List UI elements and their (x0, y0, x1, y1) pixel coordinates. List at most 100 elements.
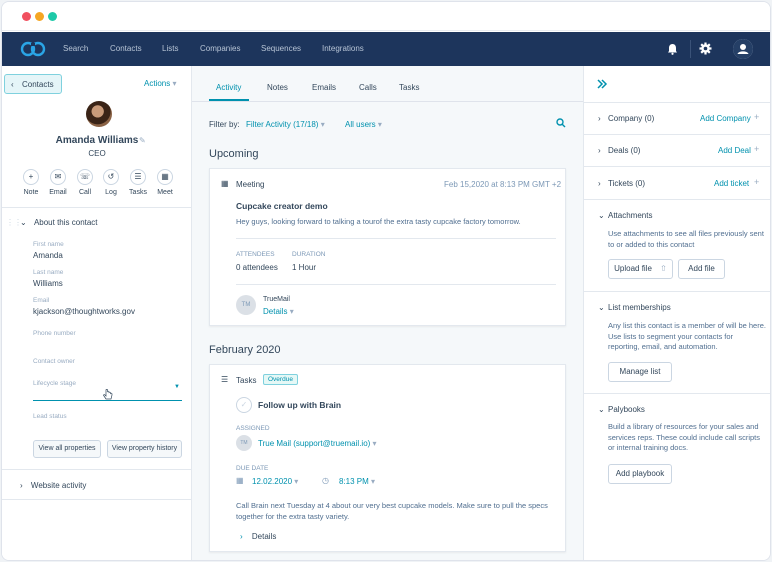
attachments-section-title[interactable]: Attachments (608, 211, 652, 220)
calendar-icon: ▦ (157, 169, 173, 185)
plus-icon[interactable]: + (754, 177, 759, 187)
actions-dropdown[interactable]: Actions ▾ (144, 79, 176, 88)
envelope-icon: ✉ (50, 169, 66, 185)
manage-list-button[interactable]: Manage list (608, 362, 672, 382)
contact-name: Amanda Williams (55, 135, 139, 146)
due-time-value: 8:13 PM (339, 477, 369, 486)
add-deal-link[interactable]: Add Deal (718, 146, 751, 155)
meeting-details-toggle[interactable]: Details ▾ (263, 307, 294, 316)
tickets-section-title[interactable]: Tickets (0) (608, 179, 645, 188)
nav-integrations[interactable]: Integrations (322, 44, 364, 53)
due-time-dropdown[interactable]: 8:13 PM ▾ (339, 477, 375, 486)
notifications-bell-icon[interactable] (667, 43, 678, 55)
clock-icon: ◷ (322, 476, 329, 485)
add-playbook-button[interactable]: Add playbook (608, 464, 672, 484)
lifecycle-dropdown-caret-icon[interactable]: ▼ (174, 384, 180, 390)
edit-pencil-icon[interactable]: ✎ (139, 136, 146, 145)
add-file-button[interactable]: Add file (678, 259, 725, 279)
contact-role: CEO (88, 149, 106, 158)
task-title[interactable]: Follow up with Brain (258, 400, 341, 410)
lifecycle-stage-select[interactable] (33, 400, 182, 401)
plus-icon[interactable]: + (754, 112, 759, 122)
lead-status-label: Lead status (33, 413, 67, 420)
minimize-window-dot[interactable] (35, 12, 44, 21)
nav-sequences[interactable]: Sequences (261, 44, 301, 53)
maximize-window-dot[interactable] (48, 12, 57, 21)
website-activity-toggle[interactable]: › Website activity (20, 481, 86, 490)
chevron-down-icon[interactable]: ⌄ (598, 405, 605, 414)
divider (584, 393, 770, 394)
close-window-dot[interactable] (22, 12, 31, 21)
nav-divider (690, 40, 691, 58)
quick-action-call[interactable]: ☏ Call (71, 169, 99, 196)
due-date-dropdown[interactable]: 12.02.2020 ▾ (252, 477, 298, 486)
chevron-left-icon: ‹ (11, 80, 14, 89)
tab-notes[interactable]: Notes (267, 83, 288, 92)
chevron-right-icon: › (240, 532, 243, 541)
chevron-down-icon[interactable]: ⌄ (598, 303, 605, 312)
task-body: Call Brain next Tuesday at 4 about our v… (236, 501, 548, 521)
settings-gear-icon[interactable] (699, 42, 712, 55)
tab-emails[interactable]: Emails (312, 83, 336, 92)
user-avatar-button[interactable] (733, 39, 753, 59)
all-users-dropdown[interactable]: All users ▾ (345, 120, 382, 129)
email-value[interactable]: kjackson@thoughtworks.gov (33, 307, 135, 316)
nav-contacts[interactable]: Contacts (110, 44, 142, 53)
playbooks-description: Build a library of resources for your sa… (608, 422, 761, 452)
all-users-label: All users (345, 120, 376, 129)
chevron-down-icon[interactable]: ⌄ (598, 211, 605, 220)
owner-avatar: TM (236, 295, 256, 315)
playbooks-section-title[interactable]: Palybooks (608, 405, 645, 414)
chevron-right-icon[interactable]: › (598, 179, 601, 188)
deals-section-title[interactable]: Deals (0) (608, 146, 640, 155)
nav-companies[interactable]: Companies (200, 44, 240, 53)
last-name-value[interactable]: Williams (33, 279, 63, 288)
about-contact-toggle[interactable]: ⌄ About this contact (20, 218, 98, 227)
tab-calls[interactable]: Calls (359, 83, 377, 92)
upload-file-button[interactable]: Upload file ⇧ (608, 259, 673, 279)
add-ticket-link[interactable]: Add ticket (714, 179, 749, 188)
tabs-divider (192, 101, 583, 102)
nav-lists[interactable]: Lists (162, 44, 178, 53)
back-to-contacts-button[interactable]: ‹ Contacts (4, 74, 62, 94)
associations-sidebar: › Company (0) Add Company + › Deals (0) … (583, 66, 770, 560)
app-logo-icon[interactable] (20, 40, 46, 58)
first-name-value[interactable]: Amanda (33, 251, 63, 260)
quick-action-note[interactable]: + Note (17, 169, 45, 196)
list-memberships-description: Any list this contact is a member of wil… (608, 321, 766, 351)
quick-action-email[interactable]: ✉ Email (44, 169, 72, 196)
divider (584, 166, 770, 167)
meeting-title[interactable]: Cupcake creator demo (236, 201, 328, 211)
nav-search[interactable]: Search (63, 44, 88, 53)
tab-tasks[interactable]: Tasks (399, 83, 419, 92)
double-chevron-right-icon[interactable] (596, 78, 608, 90)
filter-activity-dropdown[interactable]: Filter Activity (17/18) ▾ (246, 120, 325, 129)
task-details-toggle[interactable]: › Details (240, 532, 276, 541)
company-section-title[interactable]: Company (0) (608, 114, 654, 123)
complete-task-checkbox[interactable]: ✓ (236, 397, 252, 413)
chevron-right-icon[interactable]: › (598, 114, 601, 123)
divider (236, 284, 556, 285)
chevron-right-icon: › (20, 481, 23, 490)
divider (584, 134, 770, 135)
phone-icon: ☏ (77, 169, 93, 185)
duration-label: DURATION (292, 251, 326, 258)
search-icon[interactable] (556, 118, 566, 128)
quick-action-tasks[interactable]: ☰ Tasks (124, 169, 152, 196)
quick-action-log[interactable]: ↺ Log (97, 169, 125, 196)
chevron-right-icon[interactable]: › (598, 146, 601, 155)
quick-action-meet[interactable]: ▦ Meet (151, 169, 179, 196)
view-property-history-button[interactable]: View property history (107, 440, 182, 458)
assignee-dropdown[interactable]: True Mail (support@truemail.io) ▾ (258, 439, 377, 448)
divider (236, 238, 556, 239)
list-memberships-section-title[interactable]: List memberships (608, 303, 671, 312)
about-contact-title: About this contact (33, 218, 98, 227)
divider (584, 102, 770, 103)
view-all-properties-button[interactable]: View all properties (33, 440, 101, 458)
contact-photo (86, 101, 112, 127)
divider (2, 499, 192, 500)
tab-activity[interactable]: Activity (216, 83, 241, 92)
website-activity-title: Website activity (30, 481, 87, 490)
add-company-link[interactable]: Add Company (700, 114, 751, 123)
plus-icon[interactable]: + (754, 144, 759, 154)
